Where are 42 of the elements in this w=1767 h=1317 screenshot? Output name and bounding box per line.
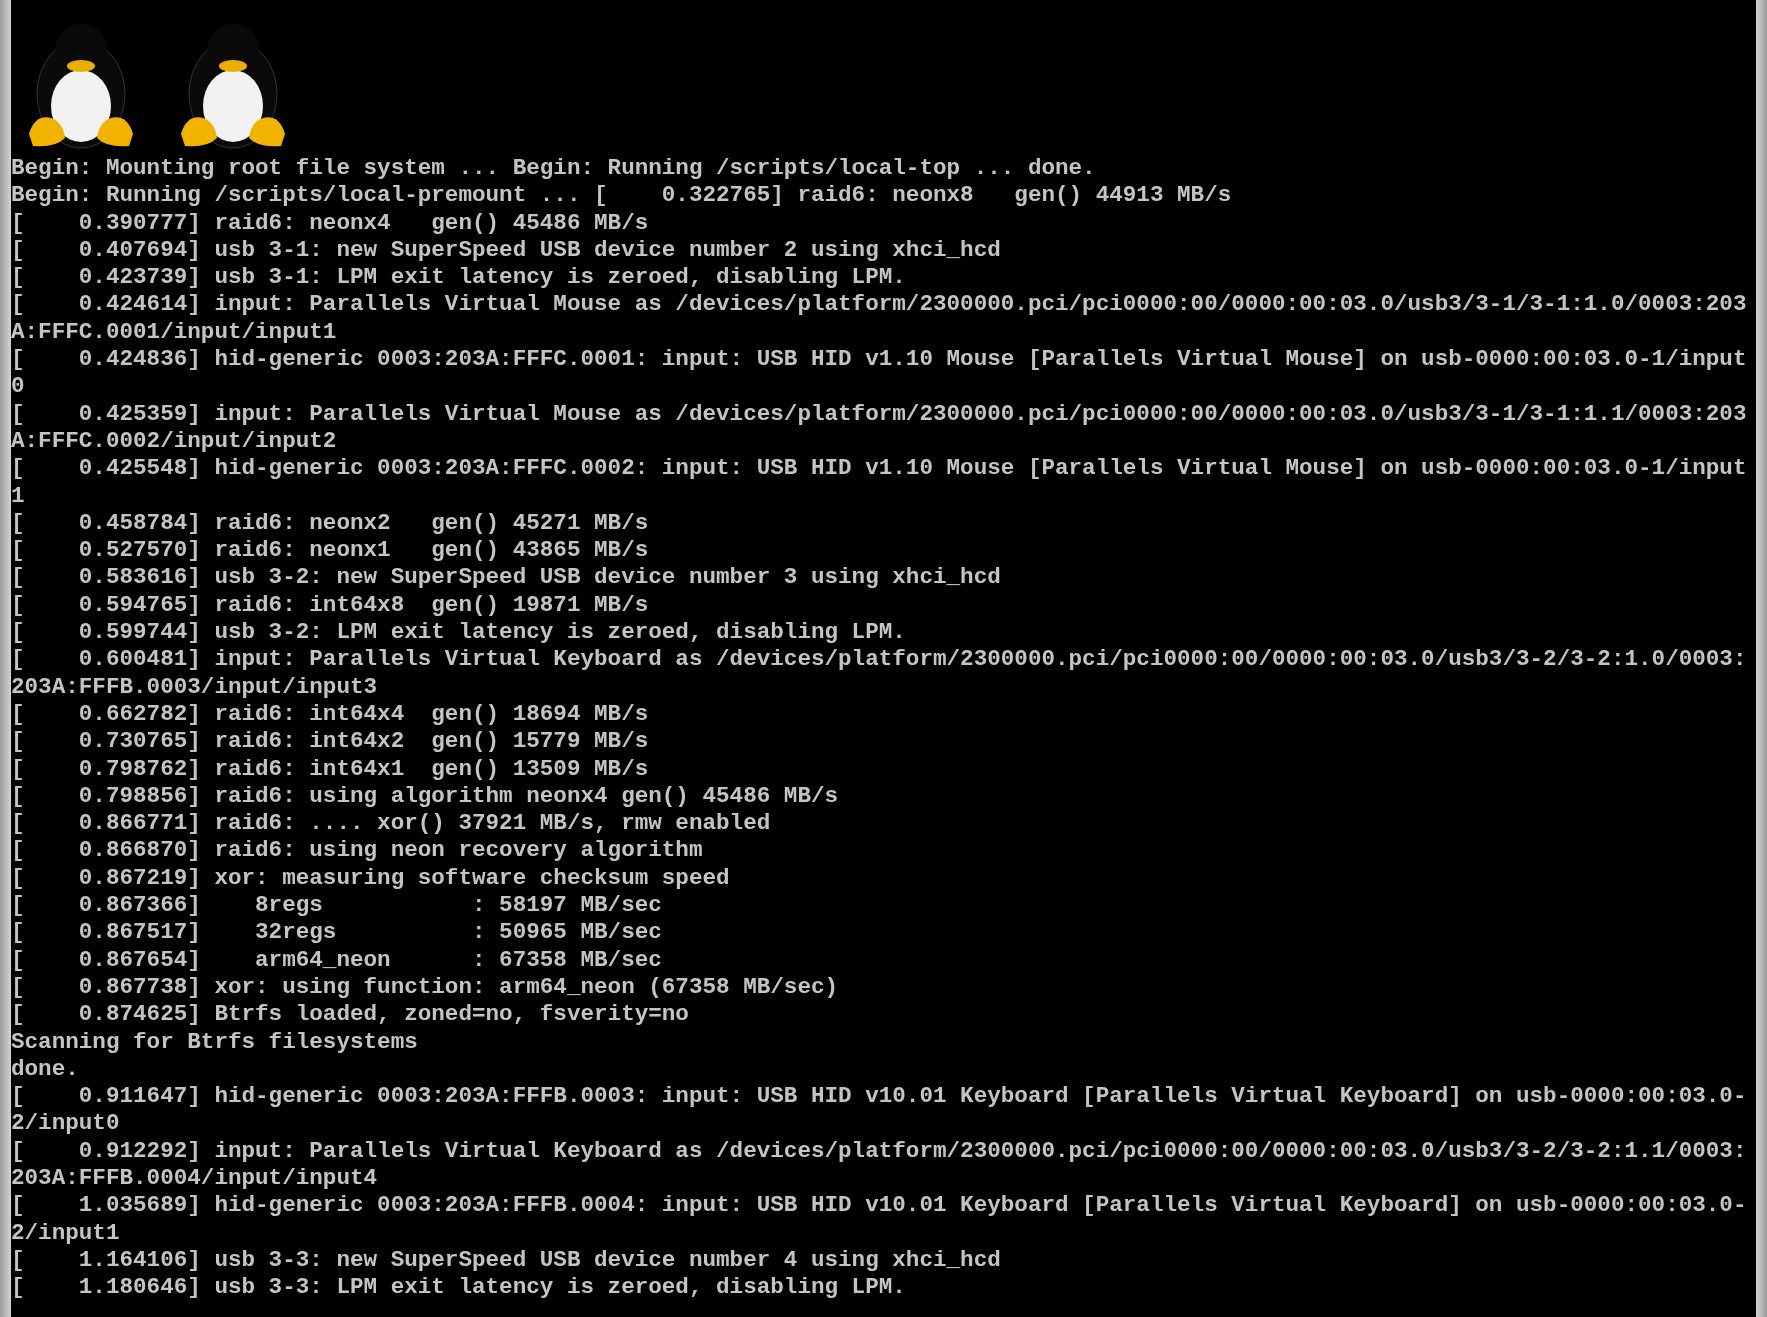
console-line: [ 0.424614] input: Parallels Virtual Mouse as /devices/platform/2300000.pci/pci0000:00/0000:00:03.0/usb3/3-1/3-1:1.0/0003:203 xyxy=(11,291,1747,319)
console-line: [ 0.867654] arm64_neon : 67358 MB/sec xyxy=(11,946,662,974)
console-line: 0 xyxy=(11,373,25,401)
console-line: [ 0.798856] raid6: using algorithm neonx4 gen() 45486 MB/s xyxy=(11,782,839,811)
console-line: [ 0.662782] raid6: int64x4 gen() 18694 MB/s xyxy=(11,700,649,729)
console-line: 203A:FFFB.0003/input/input3 xyxy=(11,673,378,701)
console-line: [ 0.594765] raid6: int64x8 gen() 19871 MB/s xyxy=(11,591,649,620)
console-line: 2/input1 xyxy=(11,1219,120,1247)
console-line: [ 0.874625] Btrfs loaded, zoned=no, fsverity=no xyxy=(11,1001,689,1029)
console-line: [ 0.583616] usb 3-2: new SuperSpeed USB device number 3 using xhci_hcd xyxy=(11,564,1001,592)
console-line: [ 0.798762] raid6: int64x1 gen() 13509 MB/s xyxy=(11,755,649,783)
console-line: [ 0.912292] input: Parallels Virtual Keyboard as /devices/platform/2300000.pci/pci0000:00/0000:00:03.0/usb3/3-2/3-2:1.1/0003: xyxy=(11,1137,1747,1165)
console-line: 1 xyxy=(11,482,25,510)
console-line: [ 0.867366] 8regs : 58197 MB/sec xyxy=(11,892,662,920)
console-line: A:FFFC.0002/input/input2 xyxy=(11,427,337,456)
console-line: [ 0.866870] raid6: using neon recovery algorithm xyxy=(11,837,703,865)
console-line: [ 0.407694] usb 3-1: new SuperSpeed USB device number 2 using xhci_hcd xyxy=(11,236,1001,265)
console-line: [ 0.867219] xor: measuring software checksum speed xyxy=(11,864,730,892)
console-line: 203A:FFFB.0004/input/input4 xyxy=(11,1165,378,1193)
console-line: [ 0.867517] 32regs : 50965 MB/sec xyxy=(11,919,662,947)
console-line: A:FFFC.0001/input/input1 xyxy=(11,318,337,347)
console-line: [ 0.424836] hid-generic 0003:203A:FFFC.0001: input: USB HID v1.10 Mouse [Parallels Virtual Mouse] on usb-0000:00:03.0-1/input xyxy=(11,346,1747,374)
console-line: done. xyxy=(11,1055,79,1084)
console-line: [ 0.458784] raid6: neonx2 gen() 45271 MB/s xyxy=(11,509,649,538)
console-line: 2/input0 xyxy=(11,1110,120,1138)
console-line: [ 0.867738] xor: using function: arm64_neon (67358 MB/sec) xyxy=(11,973,839,1002)
console-line: [ 0.527570] raid6: neonx1 gen() 43865 MB/s xyxy=(11,537,649,565)
console-line: Scanning for Btrfs filesystems xyxy=(11,1028,418,1056)
console-line: Begin: Running /scripts/local-premount ... [ 0.322765] raid6: neonx8 gen() 44913 MB/s xyxy=(11,182,1232,210)
console-line: [ 1.164106] usb 3-3: new SuperSpeed USB device number 4 using xhci_hcd xyxy=(11,1246,1001,1275)
console-line: [ 0.600481] input: Parallels Virtual Keyboard as /devices/platform/2300000.pci/pci0000:00/0000:00:03.0/usb3/3-2/3-2:1.0/0003: xyxy=(11,646,1747,674)
console-line: [ 0.425359] input: Parallels Virtual Mouse as /devices/platform/2300000.pci/pci0000:00/0000:00:03.0/usb3/3-1/3-1:1.1/0003:203 xyxy=(11,400,1747,428)
console-line: [ 0.423739] usb 3-1: LPM exit latency is zeroed, disabling LPM. xyxy=(11,264,906,292)
console-line: [ 0.730765] raid6: int64x2 gen() 15779 MB/s xyxy=(11,728,649,756)
console-line: [ 1.180646] usb 3-3: LPM exit latency is zeroed, disabling LPM. xyxy=(11,1274,906,1302)
console-line: [ 0.599744] usb 3-2: LPM exit latency is zeroed, disabling LPM. xyxy=(11,619,906,647)
console-line: [ 0.911647] hid-generic 0003:203A:FFFB.0003: input: USB HID v10.01 Keyboard [Parallels Virtual Keyboard] on usb-0000:00:03.0- xyxy=(11,1083,1747,1111)
console-line: [ 0.425548] hid-generic 0003:203A:FFFC.0002: input: USB HID v1.10 Mouse [Parallels Virtual Mouse] on usb-0000:00:03.0-1/input xyxy=(11,455,1747,483)
console-line: Begin: Mounting root file system ... Begin: Running /scripts/local-top ... done. xyxy=(11,155,1096,183)
console-line: [ 0.390777] raid6: neonx4 gen() 45486 MB/s xyxy=(11,209,649,237)
console-line: [ 1.035689] hid-generic 0003:203A:FFFB.0004: input: USB HID v10.01 Keyboard [Parallels Virtual Keyboard] on usb-0000:00:03.0- xyxy=(11,1192,1747,1220)
console-line: [ 0.866771] raid6: .... xor() 37921 MB/s, rmw enabled xyxy=(11,810,771,838)
